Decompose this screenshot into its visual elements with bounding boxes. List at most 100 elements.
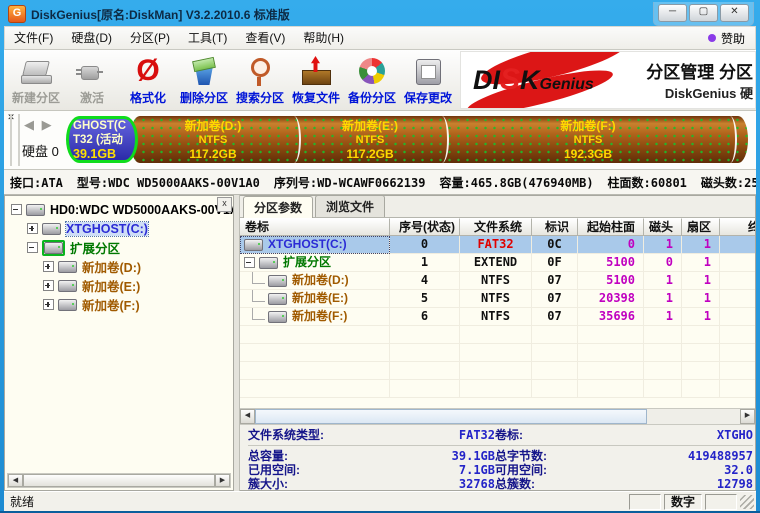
tree-item-0[interactable]: HD0:WDC WD5000AAKS-00V1A0 [7, 200, 231, 219]
tree-item-5[interactable]: 新加卷(F:) [7, 295, 231, 314]
id-cell: 0C [532, 236, 578, 254]
tree-item-4[interactable]: 新加卷(E:) [7, 276, 231, 295]
tree-close-icon[interactable]: x [217, 197, 232, 212]
sector-cell: 1 [682, 290, 720, 308]
status-bar: 就绪 数字 [4, 491, 756, 511]
title-bar[interactable]: G DiskGenius[原名:DiskMan] V3.2.2010.6 标准版… [4, 2, 756, 26]
disk-info-label: 柱面数: [608, 176, 651, 190]
partition-block-3[interactable]: 新加卷(F:)NTFS192.3GB [444, 116, 732, 163]
toolbar-button-7[interactable]: 保存更改 [400, 51, 456, 109]
disk-info-label: 磁头数: [701, 176, 744, 190]
partition-label: 新加卷(F:) [560, 119, 615, 133]
scroll-thumb[interactable] [255, 409, 647, 424]
extended-partition-icon [42, 240, 65, 256]
scroll-left-icon[interactable]: ◀ [240, 409, 255, 424]
column-header-4[interactable]: 起始柱面 [578, 218, 644, 236]
partition-label: NTFS [199, 133, 228, 147]
partition-label: 39.1GB [73, 147, 116, 161]
table-hscrollbar[interactable]: ◀ ▶ [240, 408, 755, 424]
close-icon[interactable]: ✕ [720, 4, 749, 22]
details-value1: 39.1GB [398, 449, 495, 463]
tree-item-2[interactable]: 扩展分区 [7, 238, 231, 257]
tree-branch-line [252, 290, 265, 302]
tab-browse-files[interactable]: 浏览文件 [315, 195, 385, 217]
sponsor-link[interactable]: 赞助 [708, 30, 755, 47]
toolbar-button-1: 激活 [64, 51, 120, 109]
toolbar-button-2[interactable]: Ø格式化 [120, 51, 176, 109]
menu-item-5[interactable]: 帮助(H) [294, 28, 353, 48]
fs-cell: NTFS [460, 308, 532, 326]
expand-plus-icon[interactable] [27, 223, 38, 234]
column-header-5[interactable]: 磁头 [644, 218, 682, 236]
toolbar-button-3[interactable]: 删除分区 [176, 51, 232, 109]
toolbar-button-label: 保存更改 [404, 89, 452, 106]
partition-block-2[interactable]: 新加卷(E:)NTFS117.2GB [296, 116, 444, 163]
empty-cell [460, 326, 532, 344]
table-row[interactable]: 新加卷(E:)5NTFS07203981135695 [240, 290, 755, 308]
delete-partition-icon [187, 56, 221, 88]
tree-branch-line [252, 272, 265, 284]
menu-item-0[interactable]: 文件(F) [5, 28, 62, 48]
column-header-1[interactable]: 序号(状态) [390, 218, 460, 236]
empty-cell [682, 326, 720, 344]
disk-info-pair: 磁头数:255 [701, 174, 756, 191]
disk-info-value: 60801 [651, 176, 687, 190]
maximize-icon[interactable]: ▢ [689, 4, 718, 22]
tree-item-3[interactable]: 新加卷(D:) [7, 257, 231, 276]
tree-item-label: 新加卷(F:) [82, 295, 140, 314]
resize-grip-icon[interactable] [740, 495, 754, 509]
app-window: G DiskGenius[原名:DiskMan] V3.2.2010.6 标准版… [0, 0, 760, 513]
partition-block-c[interactable]: GHOST(CT32 (活动39.1GB [66, 116, 138, 163]
panel-grip[interactable] [10, 114, 20, 166]
collapse-minus-icon[interactable] [27, 242, 38, 253]
details-row: 簇大小:32768总簇数:12798 [248, 477, 753, 490]
disk-nav-arrows[interactable]: ◀ ▶ [24, 117, 54, 133]
details-value1: 32768 [398, 477, 495, 490]
table-row[interactable]: XTGHOST(C:)0FAT320C0115099 [240, 236, 755, 254]
tab-partition-params[interactable]: 分区参数 [243, 196, 313, 218]
collapse-minus-icon[interactable] [11, 204, 22, 215]
banner-tagline-main: 分区管理 分区 [646, 58, 753, 83]
table-row[interactable]: 扩展分区1EXTEND0F51000160800 [240, 254, 755, 272]
tree-item-1[interactable]: XTGHOST(C:) [7, 219, 231, 238]
partition-block-1[interactable]: 新加卷(D:)NTFS117.2GB [130, 116, 296, 163]
expand-plus-icon[interactable] [43, 299, 54, 310]
hdd-icon [26, 204, 45, 216]
volume-label: 新加卷(E:) [292, 290, 348, 307]
scroll-thumb[interactable] [23, 474, 215, 487]
details-value2: 12798 [665, 477, 753, 490]
details-value2: XTGHO [665, 428, 753, 442]
column-header-3[interactable]: 标识 [532, 218, 578, 236]
column-header-7[interactable]: 终止柱面 [720, 218, 756, 236]
scroll-left-icon[interactable]: ◀ [8, 474, 23, 487]
volume-label: 新加卷(D:) [292, 272, 349, 289]
tree-hscrollbar[interactable]: ◀ ▶ [7, 473, 231, 488]
partition-bar: 新加卷(D:)NTFS117.2GB新加卷(E:)NTFS117.2GB新加卷(… [66, 116, 748, 163]
menu-item-2[interactable]: 分区(P) [121, 28, 179, 48]
table-row[interactable]: 新加卷(F:)6NTFS07356961160800 [240, 308, 755, 326]
column-header-0[interactable]: 卷标 [240, 218, 390, 236]
column-header-2[interactable]: 文件系统 [460, 218, 532, 236]
menu-item-3[interactable]: 工具(T) [179, 28, 236, 48]
expand-plus-icon[interactable] [43, 280, 54, 291]
table-empty-row [240, 326, 755, 344]
menu-item-4[interactable]: 查看(V) [236, 28, 294, 48]
table-row[interactable]: 新加卷(D:)4NTFS0751001120397 [240, 272, 755, 290]
scroll-right-icon[interactable]: ▶ [740, 409, 755, 424]
sponsor-label: 赞助 [721, 30, 745, 47]
volume-label: 扩展分区 [283, 254, 331, 271]
num-cell: 4 [390, 272, 460, 290]
expand-plus-icon[interactable] [43, 261, 54, 272]
tree-item-label: HD0:WDC WD5000AAKS-00V1A0 [50, 203, 234, 217]
details-label1: 总容量: [248, 449, 398, 463]
partition-label: T32 (活动 [73, 133, 123, 147]
collapse-minus-icon[interactable] [244, 257, 255, 268]
toolbar-button-5[interactable]: 恢复文件 [288, 51, 344, 109]
scroll-right-icon[interactable]: ▶ [215, 474, 230, 487]
partition-separator-icon [723, 116, 737, 163]
toolbar-button-4[interactable]: 搜索分区 [232, 51, 288, 109]
menu-item-1[interactable]: 硬盘(D) [62, 28, 121, 48]
toolbar-button-6[interactable]: 备份分区 [344, 51, 400, 109]
column-header-6[interactable]: 扇区 [682, 218, 720, 236]
minimize-icon[interactable]: ─ [658, 4, 687, 22]
